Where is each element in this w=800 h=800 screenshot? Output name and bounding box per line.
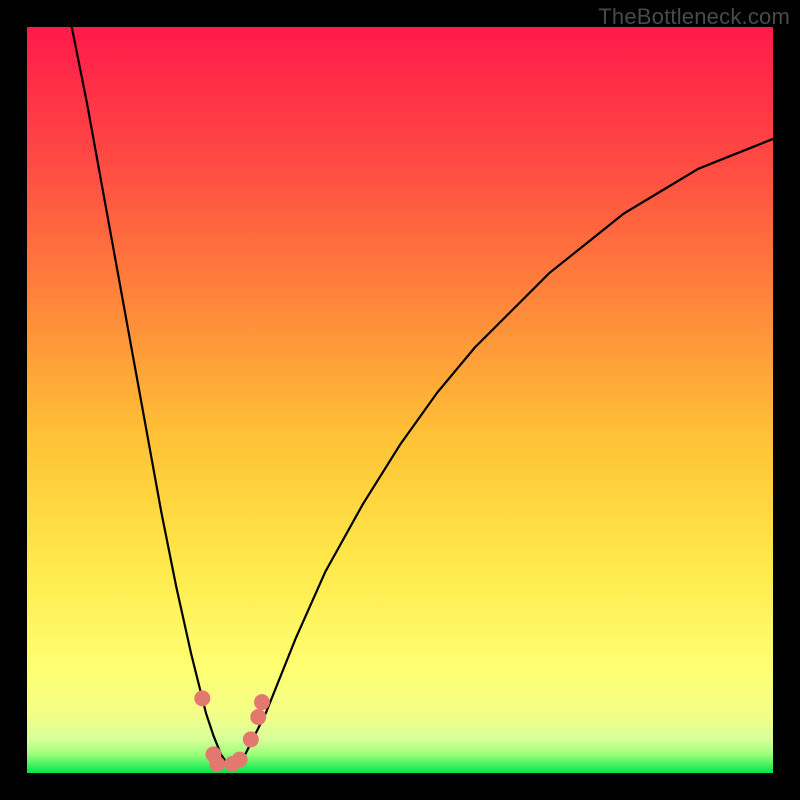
- chart-frame: TheBottleneck.com: [0, 0, 800, 800]
- data-marker: [250, 709, 266, 725]
- gradient-background: [27, 27, 773, 773]
- chart-svg: [27, 27, 773, 773]
- data-marker: [209, 756, 225, 772]
- data-marker: [194, 690, 210, 706]
- data-marker: [254, 694, 270, 710]
- data-marker: [243, 731, 259, 747]
- plot-area: [27, 27, 773, 773]
- data-marker: [232, 752, 248, 768]
